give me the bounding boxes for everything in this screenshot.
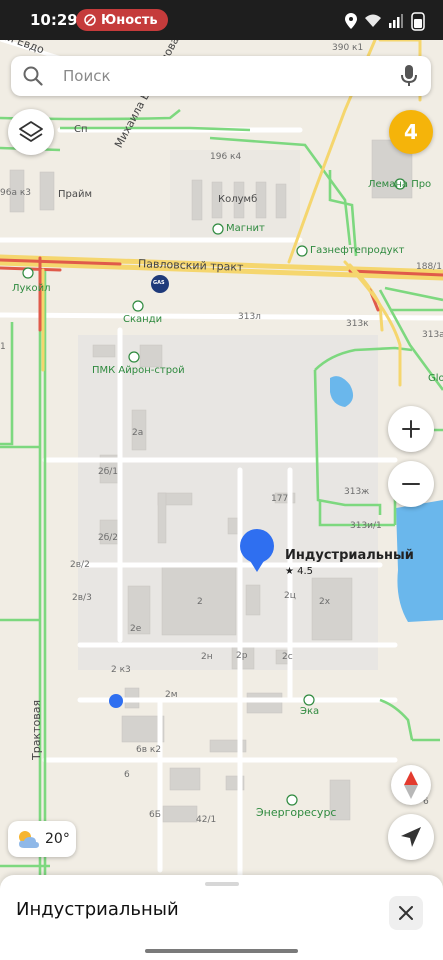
poi-label[interactable]: Эка [300, 706, 319, 717]
location-pin-icon [345, 13, 357, 29]
house-number: 313а [422, 330, 443, 340]
layers-icon [19, 121, 43, 142]
bottom-sheet[interactable]: Индустриальный [0, 875, 443, 945]
close-button[interactable] [389, 896, 423, 930]
close-icon [399, 906, 413, 920]
cluster-count: 4 [404, 120, 418, 144]
poi-label[interactable]: Glo [428, 373, 443, 384]
house-number: 96а к3 [0, 188, 31, 198]
house-number: 6Б [149, 810, 161, 820]
signal-icon [389, 14, 403, 28]
house-number: 2в/3 [72, 593, 92, 603]
house-number: 1 [0, 342, 6, 352]
gas-logo-text: GAS [153, 280, 165, 286]
house-number: 42/1 [196, 815, 217, 825]
house-number: 6 [124, 770, 130, 780]
app-pill[interactable]: Юность [76, 9, 168, 31]
home-gesture-pill[interactable] [145, 949, 298, 953]
no-entry-icon [84, 14, 96, 26]
poi-label[interactable]: ПМК Айрон-строй [92, 365, 185, 376]
poi-label[interactable]: Колумб [218, 194, 257, 205]
house-number: 2х [319, 597, 331, 607]
house-number: 313к [346, 319, 369, 329]
search-placeholder[interactable]: Поиск [63, 67, 111, 85]
cluster-badge[interactable]: 4 [389, 110, 433, 154]
weather-temp: 20° [45, 831, 70, 847]
poi-label[interactable]: Сп [74, 124, 88, 135]
location-arrow-icon [401, 827, 421, 847]
service-marker-icon [109, 694, 123, 708]
layers-button[interactable] [8, 109, 54, 155]
house-number: 196 к4 [210, 152, 242, 162]
house-number: 2р [236, 651, 248, 661]
poi-label[interactable]: Лукойл [12, 283, 51, 294]
house-number: 313л [238, 312, 261, 322]
house-number: 2ц [284, 591, 296, 601]
minus-icon [402, 483, 420, 485]
wifi-icon [365, 14, 381, 27]
zoom-in-button[interactable] [388, 406, 434, 452]
house-number: 2в/2 [70, 560, 90, 570]
selected-place-name[interactable]: Индустриальный [285, 548, 414, 563]
house-number: 2н [201, 652, 213, 662]
house-number: 2 [197, 597, 203, 607]
zoom-out-button[interactable] [388, 461, 434, 507]
house-number: 177 [271, 494, 289, 504]
poi-label[interactable]: Энергоресурс [256, 806, 336, 819]
search-bar[interactable]: Поиск [11, 56, 431, 96]
partly-cloudy-icon [19, 831, 39, 848]
house-number: 188/1 [416, 262, 442, 272]
status-icons [345, 11, 425, 31]
street-label: Трактовая [30, 699, 43, 760]
microphone-icon[interactable] [401, 65, 417, 87]
house-number: 2м [165, 690, 178, 700]
poi-label[interactable]: Газнефтепродукт [310, 245, 404, 256]
poi-label[interactable]: Сканди [123, 314, 162, 325]
house-number: 2б/2 [98, 533, 119, 543]
sheet-title: Индустриальный [16, 899, 179, 920]
sheet-drag-handle[interactable] [205, 882, 239, 886]
map-canvas[interactable] [0, 0, 443, 960]
house-number: 390 к1 [332, 43, 364, 53]
house-number: 313ж [344, 487, 370, 497]
weather-widget[interactable]: 20° [8, 821, 76, 857]
house-number: 2а [132, 428, 144, 438]
house-number: 2 к3 [111, 665, 131, 675]
house-number: 2б/1 [98, 467, 119, 477]
search-icon [23, 66, 43, 86]
house-number: 2с [282, 652, 293, 662]
poi-label[interactable]: Прайм [58, 189, 92, 200]
my-location-button[interactable] [388, 814, 434, 860]
poi-label[interactable]: Лемана Про [368, 179, 431, 190]
house-number: 313и/1 [350, 521, 382, 531]
selected-place-rating: ★ 4.5 [285, 566, 314, 577]
system-nav-bar [0, 945, 443, 960]
compass-button[interactable] [391, 765, 431, 805]
plus-icon [402, 420, 420, 438]
status-time: 10:29 [30, 11, 78, 29]
house-number: 2е [130, 624, 142, 634]
battery-icon [411, 12, 425, 31]
house-number: 6в к2 [136, 745, 162, 755]
poi-label[interactable]: Магнит [226, 223, 265, 234]
status-bar: 10:29 Юность [0, 0, 443, 40]
compass-icon [404, 771, 418, 799]
app-pill-label: Юность [101, 12, 158, 28]
